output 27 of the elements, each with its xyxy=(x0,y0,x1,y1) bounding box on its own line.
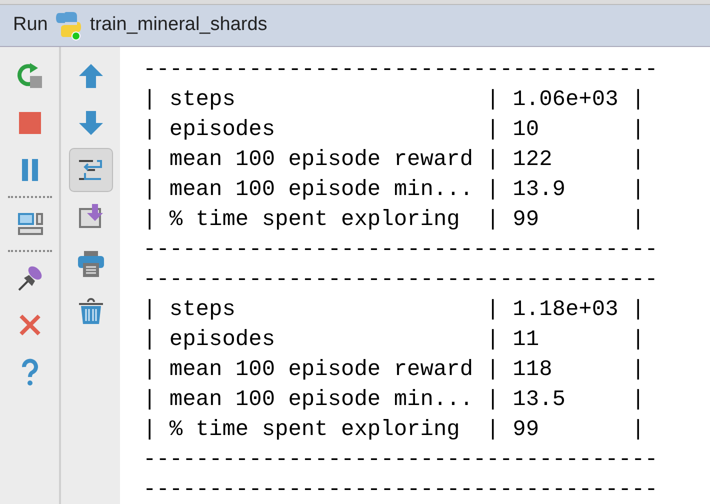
console-line: | mean 100 episode min... | 13.9 | xyxy=(143,176,645,204)
console-line: --------------------------------------- xyxy=(143,236,658,264)
trash-icon xyxy=(76,297,104,325)
console-line: | steps | 1.06e+03 | xyxy=(143,86,645,114)
console-line: --------------------------------------- xyxy=(143,56,658,84)
console-line: | mean 100 episode reward | 122 | xyxy=(143,146,645,174)
console-line: | mean 100 episode min... | 13.5 | xyxy=(143,386,645,414)
console-line: | mean 100 episode reward | 118 | xyxy=(143,356,645,384)
console-line: --------------------------------------- xyxy=(143,446,658,474)
pushpin-icon xyxy=(16,264,44,292)
console-line: | episodes | 11 | xyxy=(143,326,645,354)
printer-icon xyxy=(76,250,104,278)
console-line: | steps | 1.18e+03 | xyxy=(143,296,645,324)
run-label: Run xyxy=(13,13,48,38)
console-line: --------------------------------------- xyxy=(143,266,658,294)
arrow-up-icon xyxy=(76,62,104,90)
rerun-icon xyxy=(16,62,44,90)
console-line: --------------------------------------- xyxy=(143,476,658,504)
console-line: | episodes | 10 | xyxy=(143,116,645,144)
scroll-to-end-icon xyxy=(76,203,104,231)
console-line: | % time spent exploring | 99 | xyxy=(143,416,645,444)
layout-icon xyxy=(16,210,44,238)
arrow-down-icon xyxy=(76,109,104,137)
run-configuration-name: train_mineral_shards xyxy=(90,13,268,38)
python-icon xyxy=(56,10,82,40)
soft-wrap-button[interactable] xyxy=(68,148,112,192)
console-line: | % time spent exploring | 99 | xyxy=(143,206,645,234)
